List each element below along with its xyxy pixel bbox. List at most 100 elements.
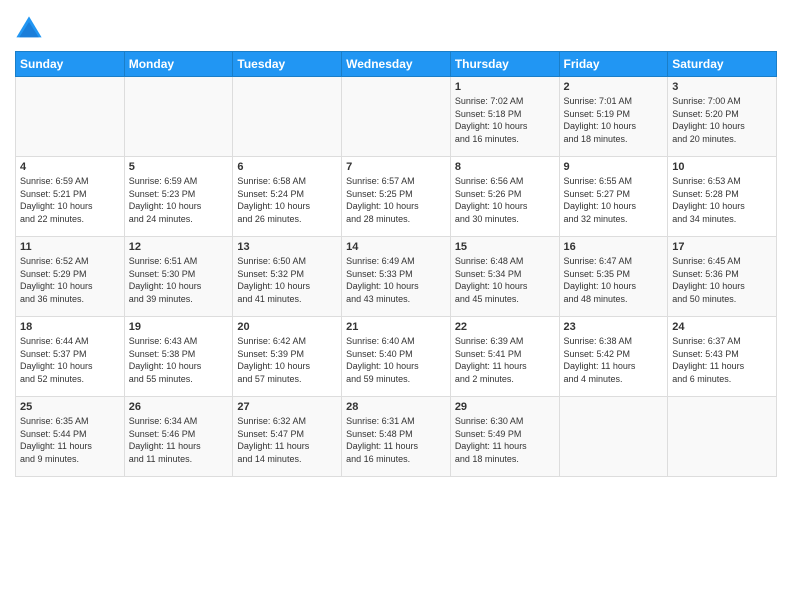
calendar-week-row: 11 Sunrise: 6:52 AM Sunset: 5:29 PM Dayli… xyxy=(16,237,777,317)
calendar-cell: 2 Sunrise: 7:01 AM Sunset: 5:19 PM Daylig… xyxy=(559,77,668,157)
calendar-cell: 11 Sunrise: 6:52 AM Sunset: 5:29 PM Dayli… xyxy=(16,237,125,317)
logo xyxy=(15,15,45,43)
calendar-cell: 23 Sunrise: 6:38 AM Sunset: 5:42 PM Dayli… xyxy=(559,317,668,397)
logo-icon xyxy=(15,15,43,43)
day-info: Sunrise: 6:47 AM Sunset: 5:35 PM Dayligh… xyxy=(564,255,664,305)
calendar-cell: 5Sunrise: 6:59 AM Sunset: 5:23 PM Daylig… xyxy=(124,157,233,237)
day-number: 12 xyxy=(129,241,229,253)
calendar-cell: 22 Sunrise: 6:39 AM Sunset: 5:41 PM Dayli… xyxy=(450,317,559,397)
day-info: Sunrise: 6:57 AM Sunset: 5:25 PM Dayligh… xyxy=(346,175,446,225)
calendar-table: SundayMondayTuesdayWednesdayThursdayFrid… xyxy=(15,51,777,477)
day-info: Sunrise: 6:59 AM Sunset: 5:23 PM Dayligh… xyxy=(129,175,229,225)
weekday-header: Monday xyxy=(124,52,233,77)
calendar-cell: 1 Sunrise: 7:02 AM Sunset: 5:18 PM Daylig… xyxy=(450,77,559,157)
day-info: Sunrise: 6:39 AM Sunset: 5:41 PM Dayligh… xyxy=(455,335,555,385)
day-info: Sunrise: 6:44 AM Sunset: 5:37 PM Dayligh… xyxy=(20,335,120,385)
calendar-cell: 18 Sunrise: 6:44 AM Sunset: 5:37 PM Dayli… xyxy=(16,317,125,397)
day-info: Sunrise: 6:38 AM Sunset: 5:42 PM Dayligh… xyxy=(564,335,664,385)
day-info: Sunrise: 6:42 AM Sunset: 5:39 PM Dayligh… xyxy=(237,335,337,385)
day-info: Sunrise: 6:32 AM Sunset: 5:47 PM Dayligh… xyxy=(237,415,337,465)
weekday-header: Wednesday xyxy=(342,52,451,77)
day-number: 19 xyxy=(129,321,229,333)
day-number: 27 xyxy=(237,401,337,413)
calendar-header: SundayMondayTuesdayWednesdayThursdayFrid… xyxy=(16,52,777,77)
calendar-cell: 17 Sunrise: 6:45 AM Sunset: 5:36 PM Dayli… xyxy=(668,237,777,317)
day-number: 18 xyxy=(20,321,120,333)
calendar-cell: 7 Sunrise: 6:57 AM Sunset: 5:25 PM Daylig… xyxy=(342,157,451,237)
day-info: Sunrise: 7:02 AM Sunset: 5:18 PM Dayligh… xyxy=(455,95,555,145)
day-number: 26 xyxy=(129,401,229,413)
calendar-cell: 12 Sunrise: 6:51 AM Sunset: 5:30 PM Dayli… xyxy=(124,237,233,317)
day-number: 9 xyxy=(564,161,664,173)
day-number: 2 xyxy=(564,81,664,93)
day-number: 23 xyxy=(564,321,664,333)
day-info: Sunrise: 6:34 AM Sunset: 5:46 PM Dayligh… xyxy=(129,415,229,465)
calendar-cell xyxy=(16,77,125,157)
day-number: 24 xyxy=(672,321,772,333)
calendar-cell: 4Sunrise: 6:59 AM Sunset: 5:21 PM Daylig… xyxy=(16,157,125,237)
calendar-cell: 27 Sunrise: 6:32 AM Sunset: 5:47 PM Dayli… xyxy=(233,397,342,477)
day-number: 8 xyxy=(455,161,555,173)
calendar-cell: 13 Sunrise: 6:50 AM Sunset: 5:32 PM Dayli… xyxy=(233,237,342,317)
day-number: 29 xyxy=(455,401,555,413)
day-info: Sunrise: 6:56 AM Sunset: 5:26 PM Dayligh… xyxy=(455,175,555,225)
day-info: Sunrise: 6:51 AM Sunset: 5:30 PM Dayligh… xyxy=(129,255,229,305)
day-info: Sunrise: 6:48 AM Sunset: 5:34 PM Dayligh… xyxy=(455,255,555,305)
weekday-header: Friday xyxy=(559,52,668,77)
day-info: Sunrise: 6:40 AM Sunset: 5:40 PM Dayligh… xyxy=(346,335,446,385)
calendar-cell: 25Sunrise: 6:35 AM Sunset: 5:44 PM Dayli… xyxy=(16,397,125,477)
page-container: SundayMondayTuesdayWednesdayThursdayFrid… xyxy=(0,0,792,487)
weekday-header: Thursday xyxy=(450,52,559,77)
day-number: 1 xyxy=(455,81,555,93)
day-info: Sunrise: 6:58 AM Sunset: 5:24 PM Dayligh… xyxy=(237,175,337,225)
calendar-week-row: 25Sunrise: 6:35 AM Sunset: 5:44 PM Dayli… xyxy=(16,397,777,477)
day-number: 11 xyxy=(20,241,120,253)
calendar-cell xyxy=(559,397,668,477)
day-number: 22 xyxy=(455,321,555,333)
weekday-header: Sunday xyxy=(16,52,125,77)
day-info: Sunrise: 7:00 AM Sunset: 5:20 PM Dayligh… xyxy=(672,95,772,145)
day-info: Sunrise: 6:45 AM Sunset: 5:36 PM Dayligh… xyxy=(672,255,772,305)
calendar-cell: 19 Sunrise: 6:43 AM Sunset: 5:38 PM Dayli… xyxy=(124,317,233,397)
calendar-cell: 15 Sunrise: 6:48 AM Sunset: 5:34 PM Dayli… xyxy=(450,237,559,317)
calendar-cell: 6Sunrise: 6:58 AM Sunset: 5:24 PM Daylig… xyxy=(233,157,342,237)
calendar-cell: 14 Sunrise: 6:49 AM Sunset: 5:33 PM Dayli… xyxy=(342,237,451,317)
calendar-week-row: 18 Sunrise: 6:44 AM Sunset: 5:37 PM Dayli… xyxy=(16,317,777,397)
calendar-cell: 28Sunrise: 6:31 AM Sunset: 5:48 PM Dayli… xyxy=(342,397,451,477)
header-row: SundayMondayTuesdayWednesdayThursdayFrid… xyxy=(16,52,777,77)
calendar-cell xyxy=(124,77,233,157)
calendar-cell: 21Sunrise: 6:40 AM Sunset: 5:40 PM Dayli… xyxy=(342,317,451,397)
weekday-header: Tuesday xyxy=(233,52,342,77)
day-number: 13 xyxy=(237,241,337,253)
day-number: 10 xyxy=(672,161,772,173)
day-info: Sunrise: 7:01 AM Sunset: 5:19 PM Dayligh… xyxy=(564,95,664,145)
header xyxy=(15,10,777,43)
day-info: Sunrise: 6:55 AM Sunset: 5:27 PM Dayligh… xyxy=(564,175,664,225)
day-info: Sunrise: 6:30 AM Sunset: 5:49 PM Dayligh… xyxy=(455,415,555,465)
day-info: Sunrise: 6:43 AM Sunset: 5:38 PM Dayligh… xyxy=(129,335,229,385)
calendar-cell xyxy=(233,77,342,157)
day-number: 17 xyxy=(672,241,772,253)
calendar-cell xyxy=(342,77,451,157)
calendar-week-row: 4Sunrise: 6:59 AM Sunset: 5:21 PM Daylig… xyxy=(16,157,777,237)
day-number: 20 xyxy=(237,321,337,333)
calendar-cell: 24Sunrise: 6:37 AM Sunset: 5:43 PM Dayli… xyxy=(668,317,777,397)
day-number: 28 xyxy=(346,401,446,413)
day-number: 3 xyxy=(672,81,772,93)
day-info: Sunrise: 6:49 AM Sunset: 5:33 PM Dayligh… xyxy=(346,255,446,305)
day-info: Sunrise: 6:59 AM Sunset: 5:21 PM Dayligh… xyxy=(20,175,120,225)
calendar-cell: 29 Sunrise: 6:30 AM Sunset: 5:49 PM Dayli… xyxy=(450,397,559,477)
day-number: 14 xyxy=(346,241,446,253)
calendar-cell: 10 Sunrise: 6:53 AM Sunset: 5:28 PM Dayli… xyxy=(668,157,777,237)
day-number: 15 xyxy=(455,241,555,253)
day-number: 16 xyxy=(564,241,664,253)
calendar-cell: 20 Sunrise: 6:42 AM Sunset: 5:39 PM Dayli… xyxy=(233,317,342,397)
day-info: Sunrise: 6:50 AM Sunset: 5:32 PM Dayligh… xyxy=(237,255,337,305)
day-number: 7 xyxy=(346,161,446,173)
day-info: Sunrise: 6:53 AM Sunset: 5:28 PM Dayligh… xyxy=(672,175,772,225)
day-info: Sunrise: 6:35 AM Sunset: 5:44 PM Dayligh… xyxy=(20,415,120,465)
calendar-week-row: 1 Sunrise: 7:02 AM Sunset: 5:18 PM Daylig… xyxy=(16,77,777,157)
calendar-body: 1 Sunrise: 7:02 AM Sunset: 5:18 PM Daylig… xyxy=(16,77,777,477)
day-info: Sunrise: 6:52 AM Sunset: 5:29 PM Dayligh… xyxy=(20,255,120,305)
calendar-cell: 16 Sunrise: 6:47 AM Sunset: 5:35 PM Dayli… xyxy=(559,237,668,317)
